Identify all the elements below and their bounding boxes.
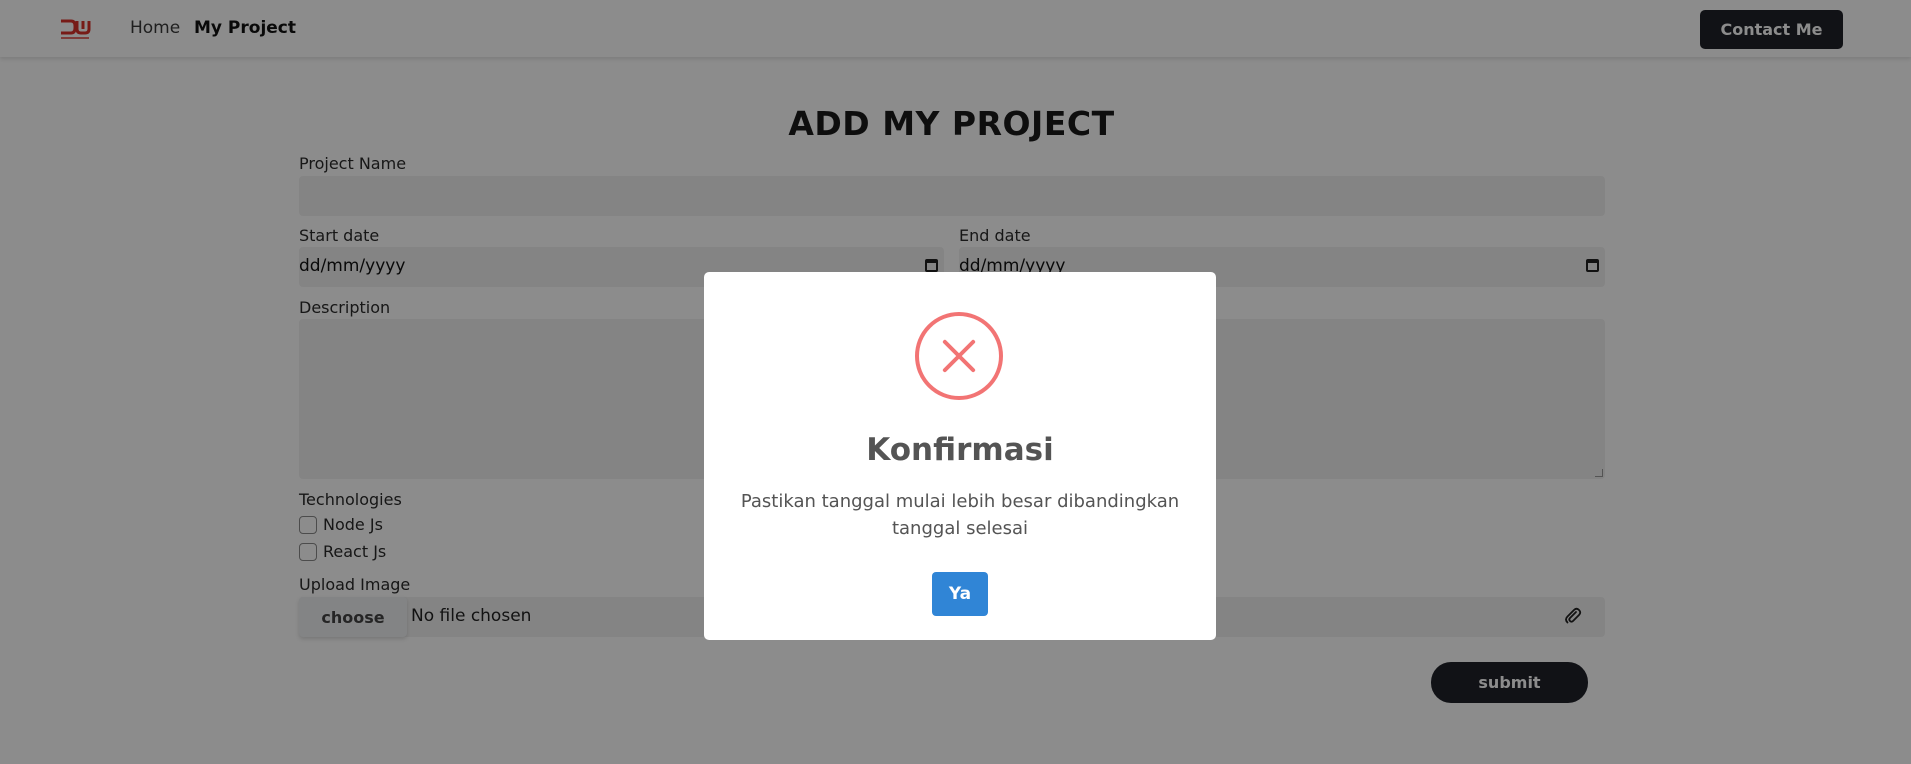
- error-x-icon: [915, 312, 1003, 400]
- dialog-message: Pastikan tanggal mulai lebih besar diban…: [740, 491, 1180, 539]
- dialog-title: Konfirmasi: [866, 432, 1054, 468]
- confirmation-dialog: Konfirmasi Pastikan tanggal mulai lebih …: [704, 272, 1216, 640]
- confirm-ya-button[interactable]: Ya: [932, 572, 988, 616]
